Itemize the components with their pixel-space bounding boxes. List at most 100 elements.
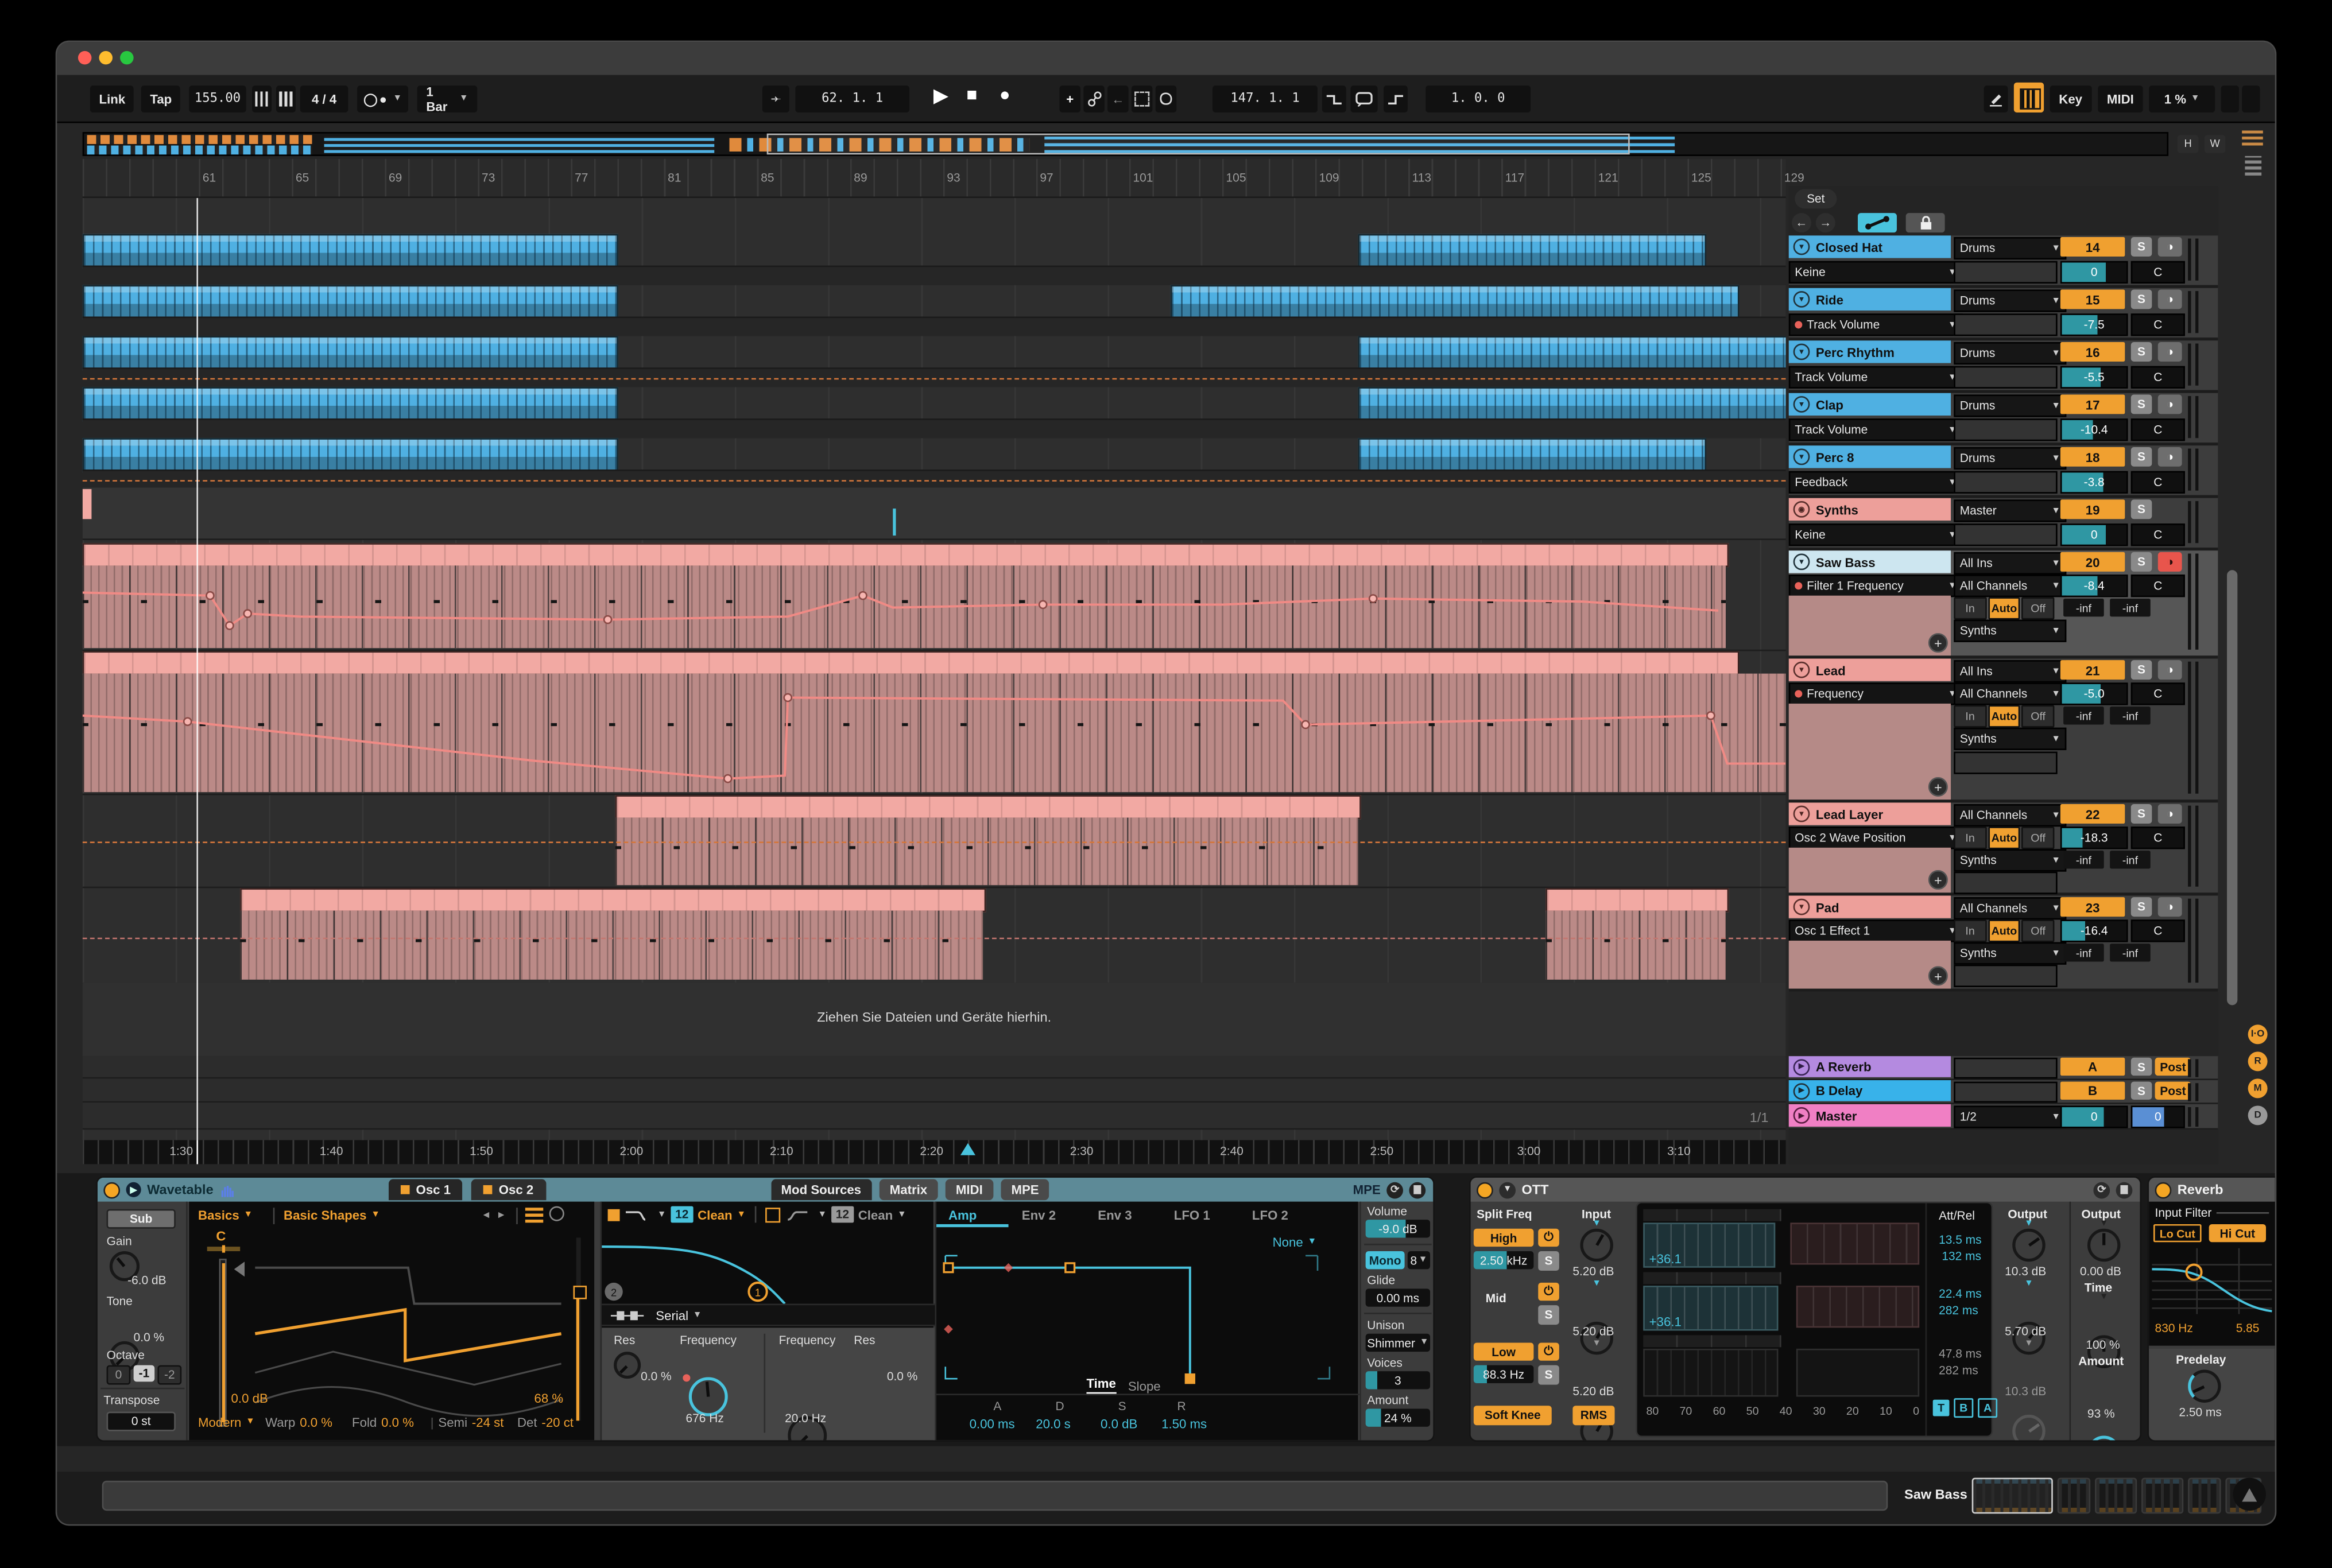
solo-button[interactable]: S — [2131, 394, 2152, 414]
drop-area[interactable]: Ziehen Sie Dateien und Geräte hierhin. — [83, 983, 1786, 1058]
wavetable-chooser[interactable]: Basic Shapes▼ — [284, 1208, 380, 1222]
track-lane-perc-8[interactable] — [83, 437, 1786, 489]
master-volume[interactable]: 0 — [2060, 1105, 2128, 1128]
volume-field[interactable]: -5.5 — [2060, 366, 2128, 389]
mono-poly-toggle[interactable]: Mono — [1366, 1251, 1405, 1269]
automation-curve[interactable] — [83, 565, 1726, 648]
loop-button[interactable] — [1351, 86, 1378, 112]
solo-button[interactable]: S — [2131, 237, 2152, 257]
output-chooser[interactable]: Drums▼ — [1954, 289, 2066, 312]
hot-swap-icon[interactable]: ▶ — [126, 1182, 141, 1197]
output-chooser[interactable]: Master▼ — [1954, 499, 2066, 522]
input-low-value[interactable]: 5.20 dB — [1572, 1385, 1614, 1399]
add-automation-lane-button[interactable]: + — [1928, 633, 1948, 653]
output-low-value[interactable]: 10.3 dB — [2005, 1385, 2046, 1399]
fold-icon[interactable]: ▶ — [1793, 1082, 1810, 1099]
fold-icon[interactable]: ▼ — [1793, 554, 1810, 570]
octave-minus2[interactable]: -2 — [157, 1365, 181, 1385]
tab-amp[interactable]: Amp — [948, 1207, 977, 1222]
decay-value[interactable]: 20.0 s — [1036, 1416, 1071, 1431]
volume-field[interactable]: -8.4 — [2060, 575, 2128, 597]
master-pan[interactable]: 0 — [2131, 1105, 2185, 1128]
master-lane[interactable] — [83, 1103, 1786, 1130]
track-lane-closed-hat[interactable] — [83, 232, 1786, 285]
track-name[interactable]: ▼Pad — [1789, 895, 1951, 918]
pan-field[interactable]: C — [2131, 523, 2185, 546]
automation-chooser[interactable]: Track Volume▼ — [1789, 313, 1963, 336]
track-number[interactable]: 14 — [2060, 237, 2125, 257]
depth-knob[interactable] — [2087, 1436, 2121, 1441]
track-name[interactable]: ▼Closed Hat — [1789, 235, 1951, 258]
mid-solo-button[interactable]: S — [1538, 1305, 1559, 1325]
pan-field[interactable]: C — [2131, 919, 2185, 942]
clip[interactable] — [1358, 438, 1706, 472]
det-value[interactable]: -20 ct — [541, 1415, 574, 1430]
pan-field[interactable]: C — [2131, 826, 2185, 849]
clip-header[interactable] — [83, 651, 1740, 675]
zoom-window-button[interactable] — [120, 51, 134, 65]
nudge-down-icon[interactable] — [252, 86, 272, 112]
automation-chooser[interactable]: Track Volume▼ — [1789, 366, 1963, 389]
track-number[interactable]: 17 — [2060, 394, 2125, 414]
tab-mod-sources[interactable]: Mod Sources — [770, 1179, 871, 1201]
automation-chooser[interactable]: Osc 1 Effect 1▼ — [1789, 919, 1963, 942]
automation-line[interactable] — [83, 378, 1786, 380]
output-mid-value[interactable]: 5.70 dB — [2005, 1325, 2046, 1338]
tab-env3[interactable]: Env 3 — [1098, 1207, 1132, 1222]
lo-cut-button[interactable]: Lo Cut — [2153, 1224, 2202, 1242]
tab-slope[interactable]: Slope — [1128, 1378, 1161, 1393]
f1-res-knob[interactable] — [614, 1352, 641, 1379]
track-number[interactable]: 16 — [2060, 342, 2125, 362]
clip[interactable] — [83, 336, 618, 371]
track-name[interactable]: ▼Perc 8 — [1789, 445, 1951, 468]
low-power-button[interactable]: ⏻ — [1538, 1342, 1559, 1360]
prev-table-icon[interactable]: ◂ — [483, 1208, 489, 1221]
loop-length-field[interactable]: 1. 0. 0 — [1425, 86, 1531, 112]
tab-lfo1[interactable]: LFO 1 — [1174, 1207, 1210, 1222]
automation-chooser[interactable]: Frequency▼ — [1789, 682, 1963, 705]
track-header-ride[interactable]: ▼Ride Track Volume▼ Drums▼ 15 S ◑ -7.5 C — [1789, 288, 2218, 340]
hamburger-icon[interactable] — [2242, 129, 2263, 146]
high-solo-button[interactable]: S — [1538, 1251, 1559, 1271]
solo-button[interactable]: S — [2131, 342, 2152, 362]
mid-power-button[interactable]: ⏻ — [1538, 1283, 1559, 1301]
predelay-value[interactable]: 2.50 ms — [2179, 1406, 2221, 1419]
glide-field[interactable]: 0.00 ms — [1366, 1288, 1430, 1306]
automation-line[interactable] — [83, 480, 1786, 482]
output-high-knob[interactable] — [2012, 1229, 2046, 1262]
tone-value[interactable]: 0.0 % — [134, 1331, 165, 1345]
time-ruler[interactable]: 1:30 1:40 1:50 2:00 2:10 2:20 2:30 2:40 … — [83, 1140, 1786, 1165]
pan-field[interactable]: C — [2131, 682, 2185, 705]
depth-value[interactable]: 93 % — [2087, 1407, 2115, 1421]
device-on-button[interactable] — [103, 1181, 120, 1198]
automation-chooser[interactable]: Feedback▼ — [1789, 471, 1963, 494]
back-to-arrangement-button[interactable]: ← — [1107, 86, 1129, 112]
low-release[interactable]: 282 ms — [1939, 1364, 1978, 1377]
filter2-slope[interactable]: 12 — [831, 1206, 854, 1223]
track-lane-perc-rhythm[interactable] — [83, 335, 1786, 387]
fold-icon[interactable]: ◉ — [1793, 501, 1810, 518]
add-automation-lane-button[interactable]: + — [1928, 966, 1948, 985]
clip[interactable] — [1358, 387, 1786, 421]
track-number[interactable]: 18 — [2060, 447, 2125, 467]
monitor-in[interactable]: In — [1954, 597, 1986, 619]
solo-button[interactable]: S — [2131, 1058, 2152, 1076]
f1-freq-value[interactable]: 676 Hz — [686, 1412, 724, 1426]
volume-field[interactable]: -3.8 — [2060, 471, 2128, 494]
loop-start-field[interactable]: 147. 1. 1 — [1213, 86, 1318, 112]
high-freq-field[interactable]: 2.50 kHz — [1474, 1251, 1534, 1269]
sustain-value[interactable]: 0.0 dB — [1101, 1416, 1137, 1431]
refresh-icon[interactable]: ⟳ — [1386, 1181, 1403, 1198]
solo-button[interactable]: S — [2131, 660, 2152, 680]
monitor-in[interactable]: In — [1954, 919, 1986, 942]
key-map-button[interactable]: Key — [2050, 86, 2091, 112]
fold-icon[interactable]: ▶ — [1793, 1058, 1810, 1075]
wt-volume-field[interactable]: -9.0 dB — [1366, 1220, 1430, 1237]
pan-field[interactable]: C — [2131, 366, 2185, 389]
track-lane-saw-bass[interactable] — [83, 542, 1786, 651]
clip-header[interactable] — [1545, 888, 1729, 912]
track-header-perc-8[interactable]: ▼Perc 8 Feedback▼ Drums▼ 18 S ◑ -3.8 C — [1789, 445, 2218, 498]
high-attack[interactable]: 13.5 ms — [1939, 1233, 1981, 1247]
fold-icon[interactable]: ▼ — [1793, 344, 1810, 360]
io-section-toggle[interactable]: I·O — [2248, 1024, 2268, 1044]
